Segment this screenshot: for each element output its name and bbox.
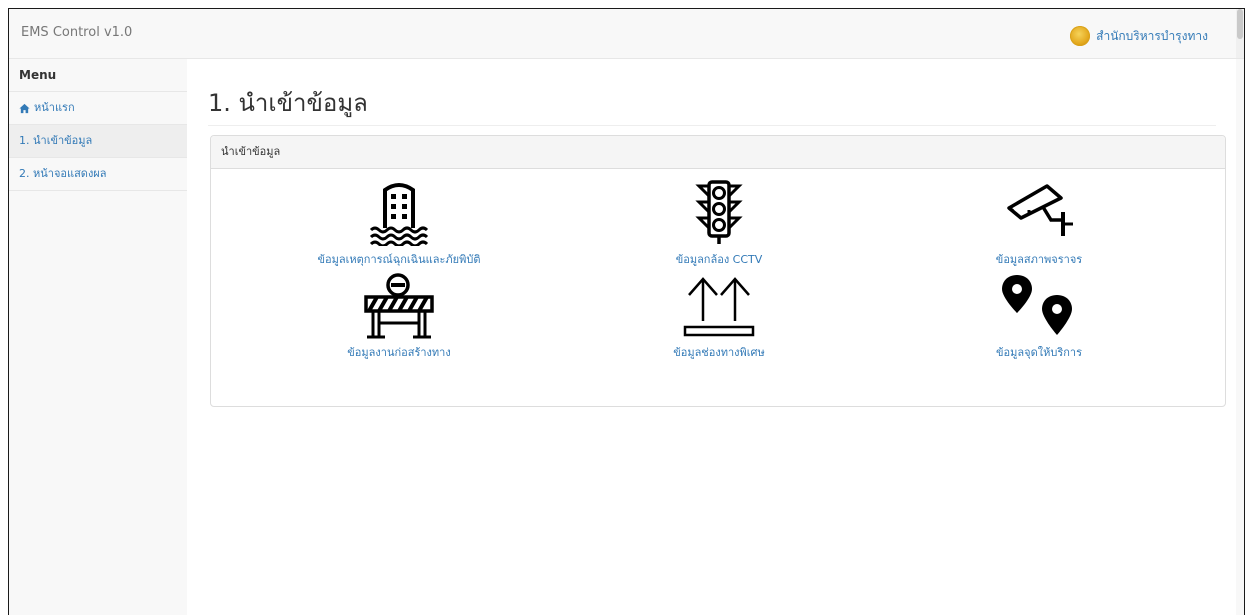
tile-cctv[interactable]: ข้อมูลกล้อง CCTV <box>569 180 869 268</box>
up-arrows-lane-icon <box>683 277 755 337</box>
tile-label[interactable]: ข้อมูลช่องทางพิเศษ <box>569 343 869 361</box>
sidebar-item-label: 1. นำเข้าข้อมูล <box>19 134 93 147</box>
tile-label[interactable]: ข้อมูลกล้อง CCTV <box>569 250 869 268</box>
scrollbar-thumb[interactable] <box>1237 9 1243 39</box>
sidebar-item-label: 2. หน้าจอแสดงผล <box>19 167 107 180</box>
tile-road-construction[interactable]: ข้อมูลงานก่อสร้างทาง <box>249 273 549 361</box>
sidebar-item-label: หน้าแรก <box>34 101 75 114</box>
agency-link[interactable]: สำนักบริหารบำรุงทาง <box>1070 26 1208 46</box>
main-content: 1. นำเข้าข้อมูล นำเข้าข้อมูล ข้อมูลเหตุก… <box>187 59 1236 615</box>
page-title: 1. นำเข้าข้อมูล <box>208 89 368 117</box>
tile-label[interactable]: ข้อมูลจุดให้บริการ <box>889 343 1189 361</box>
scrollbar[interactable] <box>1236 9 1244 58</box>
title-divider <box>208 125 1216 126</box>
panel-heading: นำเข้าข้อมูล <box>211 136 1225 169</box>
road-barrier-icon <box>364 273 434 339</box>
sidebar-item-import-data[interactable]: 1. นำเข้าข้อมูล <box>9 125 187 158</box>
cctv-camera-icon <box>1007 184 1073 236</box>
app-window: EMS Control v1.0 สำนักบริหารบำรุงทาง Men… <box>8 8 1245 615</box>
tile-label[interactable]: ข้อมูลเหตุการณ์ฉุกเฉินและภัยพิบัติ <box>249 250 549 268</box>
tile-label[interactable]: ข้อมูลสภาพจราจร <box>889 250 1189 268</box>
import-panel: นำเข้าข้อมูล ข้อมูลเหตุการณ์ฉุกเฉินและภั… <box>210 135 1226 407</box>
top-navbar: EMS Control v1.0 สำนักบริหารบำรุงทาง <box>9 9 1244 59</box>
brand-title[interactable]: EMS Control v1.0 <box>21 25 132 40</box>
home-icon <box>19 103 30 113</box>
tile-service-points[interactable]: ข้อมูลจุดให้บริการ <box>889 273 1189 361</box>
sidebar: Menu หน้าแรก 1. นำเข้าข้อมูล 2. หน้าจอแส… <box>9 59 187 615</box>
agency-name: สำนักบริหารบำรุงทาง <box>1096 28 1208 43</box>
flooded-building-icon <box>369 183 429 246</box>
sidebar-item-display-screen[interactable]: 2. หน้าจอแสดงผล <box>9 158 187 191</box>
tile-label[interactable]: ข้อมูลงานก่อสร้างทาง <box>249 343 549 361</box>
map-pins-icon <box>1002 275 1072 335</box>
tile-emergency-disaster[interactable]: ข้อมูลเหตุการณ์ฉุกเฉินและภัยพิบัติ <box>249 180 549 268</box>
tile-traffic-condition[interactable]: ข้อมูลสภาพจราจร <box>889 180 1189 268</box>
tile-special-lane[interactable]: ข้อมูลช่องทางพิเศษ <box>569 273 869 361</box>
agency-logo-icon <box>1070 26 1091 46</box>
menu-title: Menu <box>9 59 187 92</box>
traffic-light-icon <box>695 180 743 244</box>
sidebar-item-home[interactable]: หน้าแรก <box>9 92 187 125</box>
